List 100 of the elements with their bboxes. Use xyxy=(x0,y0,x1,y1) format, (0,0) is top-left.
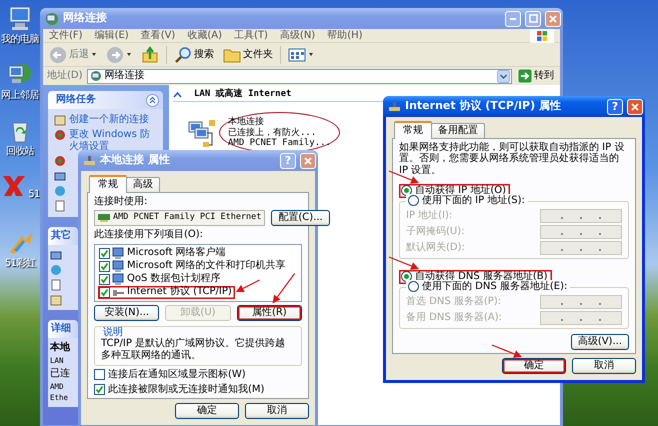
task-icon xyxy=(54,200,66,212)
intro-text: 如果网络支持此功能，则可以获取自动指派的 IP 设置。否则，您需要从网络系统管理员处获得适当的 IP 设置。 xyxy=(399,142,626,176)
view-grid-icon xyxy=(288,46,306,62)
check-icon xyxy=(95,384,104,394)
advanced-button[interactable]: 高级(V)... xyxy=(570,334,629,350)
list-item[interactable]: Microsoft 网络客户端 xyxy=(98,246,229,260)
collapse-icon xyxy=(146,94,159,106)
icon-text: 51 xyxy=(28,188,40,200)
close-button[interactable] xyxy=(627,98,643,114)
menu-item[interactable]: 收藏(A) xyxy=(187,30,222,42)
checkbox[interactable] xyxy=(99,286,110,298)
task-icon xyxy=(54,170,66,182)
minimize-button[interactable] xyxy=(505,10,521,26)
network-adapter-icon xyxy=(388,100,401,113)
menu-item[interactable]: 帮助(H) xyxy=(327,30,363,42)
folders-button[interactable]: 文件夹 xyxy=(221,46,275,62)
checkbox[interactable] xyxy=(94,384,105,395)
network-card-icon xyxy=(98,213,110,222)
field-label: 备用 DNS 服务器(A): xyxy=(406,312,502,324)
caret-icon xyxy=(91,52,97,57)
ok-button[interactable]: 确定 xyxy=(502,358,566,374)
annotation-arrow xyxy=(492,344,522,358)
panel-header[interactable]: 网络任务 xyxy=(48,91,163,109)
computer-icon xyxy=(112,260,125,272)
panel-header[interactable]: 详细 xyxy=(48,320,78,338)
properties-button[interactable]: 属性(R) xyxy=(236,304,302,320)
caret-icon xyxy=(126,52,132,57)
cancel-button[interactable]: 取消 xyxy=(245,403,309,419)
ok-button[interactable]: 确定 xyxy=(175,403,239,419)
views-button[interactable] xyxy=(286,46,316,62)
flag-logo-icon xyxy=(536,30,548,42)
folder-icon xyxy=(223,46,241,62)
install-button[interactable]: 安装(N)... xyxy=(94,304,160,320)
caret-icon xyxy=(308,52,314,57)
checkbox[interactable] xyxy=(94,369,105,380)
connection-status: 已连接上，有防火... xyxy=(228,128,318,138)
field-label: 首选 DNS 服务器(P): xyxy=(406,296,502,308)
desktop-icon-label[interactable]: 网上邻居 xyxy=(1,90,39,102)
menu-item[interactable]: 工具(T) xyxy=(234,30,268,42)
radio-button[interactable] xyxy=(408,194,419,206)
computer-icon xyxy=(112,246,125,260)
checkbox[interactable] xyxy=(99,274,110,284)
radio-button[interactable] xyxy=(401,271,412,282)
close-icon xyxy=(549,14,557,22)
task-icon xyxy=(54,114,66,126)
place-icon xyxy=(50,264,62,276)
search-icon xyxy=(174,46,192,64)
radio-button[interactable] xyxy=(401,185,412,196)
field-label: 子网掩码(U): xyxy=(406,226,464,238)
close-button[interactable] xyxy=(545,10,561,26)
go-button[interactable]: 转到 xyxy=(516,69,556,83)
radio-option[interactable]: 使用下面的 DNS 服务器地址(E): xyxy=(406,280,570,293)
desktop-icon-label[interactable]: 我的电脑 xyxy=(1,34,39,46)
list-item[interactable]: Internet 协议 (TCP/IP) xyxy=(98,286,235,298)
minimize-icon xyxy=(510,18,516,20)
tab[interactable]: 常规 xyxy=(89,175,127,192)
list-item[interactable]: Microsoft 网络的文件和打印机共享 xyxy=(98,260,289,272)
connection-device: AMD PCNET Family... xyxy=(228,138,331,148)
menu-item[interactable]: 高级(N) xyxy=(280,30,316,42)
menu-item[interactable]: 文件(F) xyxy=(49,30,83,42)
maximize-icon xyxy=(528,14,538,23)
network-adapter-icon xyxy=(83,154,96,167)
radio-button[interactable] xyxy=(408,280,419,292)
address-label: 地址(D) xyxy=(47,70,83,82)
close-button[interactable] xyxy=(300,152,316,168)
radio-option[interactable]: 使用下面的 IP 地址(S): xyxy=(406,194,528,207)
menu-item[interactable]: 编辑(E) xyxy=(94,30,129,42)
task-icon xyxy=(54,155,66,167)
menu-item[interactable]: 查看(V) xyxy=(140,30,176,42)
details-name: 本地 xyxy=(50,342,70,354)
field-label: 默认网关(D): xyxy=(406,242,465,254)
task-link[interactable]: 创建一个新的连接 xyxy=(69,114,149,126)
collapse-chevron-icon xyxy=(173,90,182,98)
tab[interactable]: 高级 xyxy=(126,177,160,192)
task-link[interactable]: 更改 Windows 防火墙设置 xyxy=(69,129,159,152)
task-icon xyxy=(54,185,66,197)
window-title: 本地连接 属性 xyxy=(100,154,171,167)
tab[interactable]: 常规 xyxy=(394,121,432,138)
place-icon xyxy=(50,249,62,261)
search-button[interactable]: 搜索 xyxy=(172,46,216,64)
checkbox[interactable] xyxy=(99,260,110,272)
description-text: TCP/IP 是默认的广域网协议。它提供跨越多种互联网络的通讯。 xyxy=(101,338,286,361)
details-text: 已连 xyxy=(50,368,70,380)
computer-icon xyxy=(112,272,125,286)
network-connection-icon xyxy=(187,118,217,148)
back-button[interactable]: 后退 xyxy=(47,46,99,64)
place-icon xyxy=(50,279,62,291)
tab[interactable]: 备用配置 xyxy=(431,123,485,138)
panel-header[interactable]: 其它 xyxy=(48,227,78,245)
group-title: 说明 xyxy=(101,326,125,338)
cancel-button[interactable]: 取消 xyxy=(572,358,636,374)
adapter-field: AMD PCNET Family PCI Ethernet xyxy=(94,210,266,226)
help-button[interactable]: ? xyxy=(607,98,623,114)
list-item[interactable]: QoS 数据包计划程序 xyxy=(98,272,224,286)
checkbox[interactable] xyxy=(99,248,110,258)
address-field[interactable]: 网络连接 xyxy=(86,68,512,84)
maximize-button[interactable] xyxy=(525,10,541,26)
annotation-arrow xyxy=(236,279,260,292)
checkbox-label: 连接后在通知区域显示图标(W) xyxy=(108,369,246,380)
configure-button[interactable]: 配置(C)... xyxy=(271,210,330,226)
